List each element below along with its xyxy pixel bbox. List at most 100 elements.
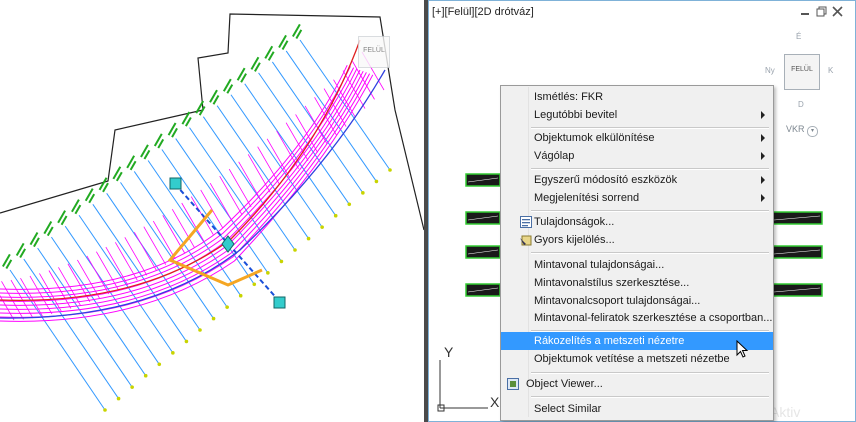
sample-line-endpoint: [157, 362, 162, 367]
sample-line-endpoint: [361, 191, 365, 195]
submenu-arrow-icon: [761, 152, 765, 160]
ucs-dropdown[interactable]: VKR ▾: [786, 124, 819, 137]
menu-item-label: Mintavonal-feliratok szerkesztése a csop…: [534, 312, 773, 324]
properties-icon: [520, 216, 532, 228]
station-label: [209, 89, 220, 105]
menu-item-label: Rákozelítés a metszeti nézetre: [534, 335, 685, 347]
menu-item-label: Object Viewer...: [526, 378, 603, 390]
menu-item-label: Objektumok vetítése a metszeti nézetbe: [534, 353, 730, 365]
mouse-cursor-icon: [736, 340, 749, 358]
menu-item-edit-sample-line-style[interactable]: Mintavonalstílus szerkesztése...: [501, 274, 773, 292]
menu-item-repeat[interactable]: Ismétlés: FKR: [501, 88, 773, 106]
submenu-arrow-icon: [761, 134, 765, 142]
station-label: [126, 155, 137, 171]
menu-item-label: Ismétlés: FKR: [534, 91, 604, 103]
menu-item-label: Mintavonalcsoport tulajdonságai...: [534, 295, 701, 307]
sample-line-endpoint: [293, 248, 297, 252]
menu-item-label: Vágólap: [534, 150, 575, 162]
corridor-rib: [238, 161, 262, 200]
sample-line: [9, 269, 106, 411]
menu-item-clipboard[interactable]: Vágólap: [501, 147, 773, 165]
compass-north[interactable]: É: [796, 32, 801, 41]
station-label: [140, 144, 151, 160]
station-label: [167, 122, 178, 138]
menu-item-label: Objektumok elkülönítése: [534, 132, 655, 144]
station-label: [71, 199, 82, 215]
corridor-feature-line: [0, 73, 371, 318]
compass-south[interactable]: D: [798, 100, 804, 109]
viewcube-face[interactable]: FELÜL: [785, 66, 819, 73]
menu-item-project-objects-to-section-view[interactable]: Objektumok vetítése a metszeti nézetbe: [501, 350, 773, 368]
submenu-arrow-icon: [761, 194, 765, 202]
ucs-dropdown-label: VKR: [786, 124, 805, 134]
corridor-group[interactable]: [0, 51, 385, 322]
menu-item-select-similar[interactable]: Select Similar: [501, 400, 773, 418]
menu-item-sample-line-group-properties[interactable]: Mintavonalcsoport tulajdonságai...: [501, 292, 773, 310]
station-label: [29, 231, 40, 248]
sample-line-endpoint: [103, 408, 107, 412]
station-label: [236, 67, 247, 83]
corridor-rib: [48, 270, 72, 309]
corridor-rib: [105, 246, 129, 286]
sample-line-endpoint: [143, 373, 148, 378]
menu-item-label: Egyszerű módosító eszközök: [534, 174, 678, 186]
station-label: [153, 133, 165, 149]
menu-item-label: Tulajdonságok...: [534, 216, 615, 228]
watermark-text: Aktiv: [770, 404, 801, 420]
station-label: [57, 210, 68, 226]
menu-item-recent-input[interactable]: Legutóbbi bevitel: [501, 106, 773, 124]
menu-item-label: Mintavonal tulajdonságai...: [534, 259, 665, 271]
sample-line-endpoint: [333, 213, 338, 218]
menu-item-sample-line-properties[interactable]: Mintavonal tulajdonságai...: [501, 256, 773, 274]
menu-item-zoom-to-section-view[interactable]: Rákozelítés a metszeti nézetre: [501, 332, 773, 350]
station-label: [15, 242, 27, 259]
chevron-down-icon: ▾: [807, 126, 819, 137]
axis-y-label: Y: [444, 344, 454, 360]
station-label: [278, 34, 289, 50]
grip-end[interactable]: [273, 296, 286, 309]
sample-line-endpoint: [347, 202, 352, 207]
sample-line-endpoint: [374, 179, 379, 184]
menu-separator: [531, 252, 769, 254]
station-label: [84, 188, 96, 204]
menu-item-quick-select[interactable]: Gyors kijelölés...: [501, 231, 773, 249]
submenu-arrow-icon: [761, 111, 765, 119]
menu-item-isolate-objects[interactable]: Objektumok elkülönítése: [501, 129, 773, 147]
sample-line-endpoint: [238, 293, 243, 298]
compass-east[interactable]: K: [828, 66, 833, 75]
sample-line-endpoint: [225, 305, 229, 309]
station-label: [181, 111, 192, 127]
station-label: [264, 45, 275, 61]
corridor-rib: [171, 209, 195, 248]
menu-item-basic-modify-tools[interactable]: Egyszerű módosító eszközök: [501, 171, 773, 189]
corridor-rib: [114, 242, 138, 281]
menu-item-label: Mintavonalstílus szerkesztése...: [534, 277, 690, 289]
station-label: [195, 100, 206, 116]
menu-item-draw-order[interactable]: Megjelenítési sorrend: [501, 189, 773, 207]
sample-line-endpoint: [116, 396, 121, 401]
sample-line-endpoint: [388, 168, 392, 172]
menu-separator: [531, 396, 769, 398]
sample-line: [23, 258, 119, 399]
viewcube[interactable]: FELÜL: [784, 54, 820, 90]
grip-start[interactable]: [169, 177, 182, 190]
menu-item-label: Megjelenítési sorrend: [534, 192, 640, 204]
menu-item-edit-sample-line-labels[interactable]: Mintavonal-feliratok szerkesztése a csop…: [501, 309, 773, 327]
menu-separator: [531, 210, 769, 212]
viewcube-left-face[interactable]: FELÜL: [359, 47, 389, 54]
menu-separator: [531, 168, 769, 170]
sample-line-endpoint: [171, 351, 175, 355]
corridor-rib: [133, 231, 157, 271]
compass-west[interactable]: Ny: [765, 66, 775, 75]
object-viewer-icon: [507, 378, 519, 390]
menu-item-properties[interactable]: Tulajdonságok...: [501, 213, 773, 231]
corridor-rib: [209, 182, 233, 222]
sample-line-endpoint: [320, 225, 324, 229]
sample-line: [258, 72, 350, 205]
viewcube-left[interactable]: FELÜL: [358, 36, 390, 68]
station-label: [250, 56, 261, 72]
menu-item-object-viewer[interactable]: Object Viewer...: [501, 375, 773, 393]
context-menu[interactable]: Ismétlés: FKR Legutóbbi bevitel Objektum…: [500, 85, 774, 421]
corridor-rib: [219, 176, 243, 215]
station-label: [292, 23, 303, 39]
